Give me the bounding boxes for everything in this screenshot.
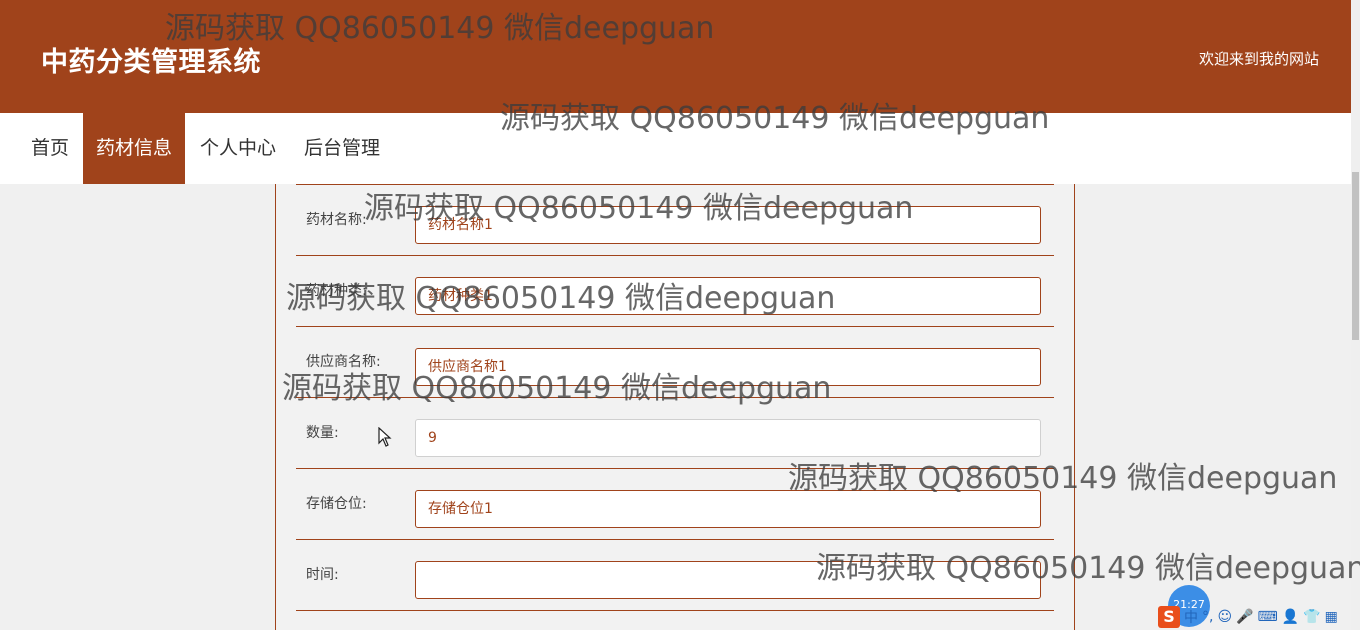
- field-label: 存储仓位:: [306, 496, 367, 512]
- page-scrollbar[interactable]: [1351, 0, 1360, 630]
- nav-home[interactable]: 首页: [20, 113, 80, 184]
- form-row-supplier: 供应商名称: 供应商名称1: [296, 327, 1054, 398]
- grid-icon[interactable]: ▦: [1325, 609, 1338, 625]
- emoji-icon[interactable]: ☺: [1217, 609, 1232, 625]
- herb-type-field[interactable]: 药材种类1: [415, 277, 1041, 315]
- field-label: 供应商名称:: [306, 354, 381, 370]
- form-row-storage: 存储仓位: 存储仓位1: [296, 469, 1054, 540]
- form-row-herb-name: 药材名称: 药材名称1: [296, 185, 1054, 256]
- scrollbar-thumb[interactable]: [1352, 172, 1359, 340]
- site-title: 中药分类管理系统: [41, 47, 261, 78]
- field-label: 时间:: [306, 567, 339, 583]
- header-bar: 中药分类管理系统 欢迎来到我的网站: [0, 0, 1360, 113]
- mouse-cursor-icon: [378, 426, 392, 452]
- time-field[interactable]: [415, 561, 1041, 599]
- ime-punct-indicator[interactable]: °,: [1202, 609, 1213, 625]
- sogou-logo-icon[interactable]: S: [1158, 606, 1180, 628]
- keyboard-icon[interactable]: ⌨: [1258, 609, 1278, 625]
- ime-toolbar[interactable]: S 中 °, ☺ 🎤 ⌨ 👤 👕 ▦: [1158, 604, 1338, 630]
- field-label: 药材名称:: [306, 212, 367, 228]
- detail-form: 药材名称: 药材名称1 药材种类: 药材种类1 供应商名称: 供应商名称1 数量…: [275, 184, 1075, 630]
- field-label: 数量:: [306, 425, 339, 441]
- form-row: [296, 114, 1054, 185]
- form-row-time: 时间:: [296, 540, 1054, 611]
- skin-icon[interactable]: 👕: [1303, 609, 1320, 625]
- welcome-text: 欢迎来到我的网站: [1198, 50, 1319, 68]
- herb-name-field[interactable]: 药材名称1: [415, 206, 1041, 244]
- ime-lang-indicator[interactable]: 中: [1184, 607, 1198, 627]
- storage-location-field[interactable]: 存储仓位1: [415, 490, 1041, 528]
- supplier-name-field[interactable]: 供应商名称1: [415, 348, 1041, 386]
- microphone-icon[interactable]: 🎤: [1236, 609, 1253, 625]
- quantity-field[interactable]: 9: [415, 419, 1041, 457]
- form-row-quantity: 数量: 9: [296, 398, 1054, 469]
- form-row-herb-type: 药材种类: 药材种类1: [296, 256, 1054, 327]
- nav-personal-center[interactable]: 个人中心: [190, 113, 286, 184]
- field-label: 药材种类:: [306, 283, 367, 299]
- user-icon[interactable]: 👤: [1282, 609, 1299, 625]
- nav-herb-info[interactable]: 药材信息: [83, 113, 185, 184]
